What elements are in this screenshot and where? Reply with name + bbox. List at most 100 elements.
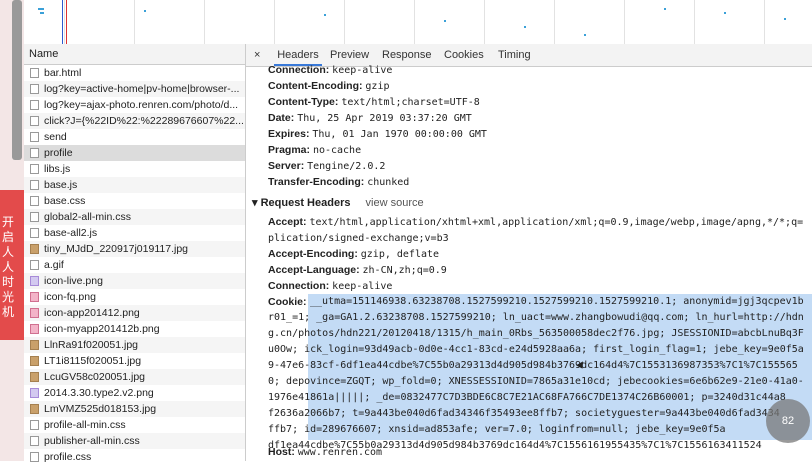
cookie-line: ffb7; id=289676607; xnsid=ad853afe; ver=… — [268, 424, 726, 435]
request-name: LlnRa91f020051.jpg — [44, 339, 138, 351]
response-header-row: Transfer-Encoding: chunked — [268, 174, 409, 191]
scrollbar[interactable] — [12, 0, 22, 160]
header-value: plication/signed-exchange;v=b3 — [268, 233, 449, 244]
request-row[interactable]: icon-app201412.png — [24, 305, 245, 321]
request-row[interactable]: libs.js — [24, 161, 245, 177]
request-row[interactable]: profile.css — [24, 449, 245, 465]
tab-timing[interactable]: Timing — [498, 44, 531, 66]
request-name: base-all2.js — [44, 227, 98, 239]
image-icon — [30, 292, 39, 302]
request-name: log?key=ajax-photo.renren.com/photo/d... — [44, 99, 239, 111]
document-icon — [30, 84, 39, 94]
request-row[interactable]: 2014.3.30.type2.v2.png — [24, 385, 245, 401]
header-value: text/html;charset=UTF-8 — [341, 97, 480, 108]
request-name: LcuGV58c020051.jpg — [44, 371, 145, 383]
header-key: Date: — [268, 112, 295, 124]
request-row[interactable]: profile — [24, 145, 245, 161]
request-name: profile — [44, 147, 73, 159]
request-name: 2014.3.30.type2.v2.png — [44, 387, 154, 399]
request-name: LmVMZ525d018153.jpg — [44, 403, 157, 415]
request-row[interactable]: profile-all-min.css — [24, 417, 245, 433]
header-value: no-cache — [312, 145, 362, 156]
request-name: profile.css — [44, 451, 92, 463]
cookie-line: 0; depovince=ZGQT; wp_fold=0; XNESSESSIO… — [268, 376, 804, 387]
document-icon — [30, 180, 39, 190]
cookie-line: f2636a2066b7; t=9a443be040d6fad34346f354… — [268, 408, 780, 419]
video-badge[interactable]: 82 — [766, 399, 810, 443]
header-key: Transfer-Encoding: — [268, 176, 365, 188]
cookie-line: __utma=151146938.63238708.1527599210.152… — [310, 296, 804, 307]
request-name: base.js — [44, 179, 78, 191]
name-column-header[interactable]: Name — [24, 44, 245, 65]
image-icon — [30, 244, 39, 254]
image-icon — [30, 324, 39, 334]
request-name: icon-live.png — [44, 275, 103, 287]
request-row[interactable]: tiny_MJdD_220917j019117.jpg — [24, 241, 245, 257]
request-row[interactable]: a.gif — [24, 257, 245, 273]
document-icon — [30, 164, 39, 174]
request-row[interactable]: LmVMZ525d018153.jpg — [24, 401, 245, 417]
request-list: Name bar.html log?key=active-home|pv-home… — [24, 44, 246, 463]
domcontentloaded-marker — [62, 0, 63, 44]
header-key: Server: — [268, 160, 305, 172]
image-icon — [30, 308, 39, 318]
request-row[interactable]: log?key=active-home|pv-home|browser-... — [24, 81, 245, 97]
image-icon — [30, 276, 39, 286]
request-name: base.css — [44, 195, 86, 207]
request-row[interactable]: icon-fq.png — [24, 289, 245, 305]
close-icon[interactable]: × — [254, 44, 260, 66]
header-row-cookie: Cookie: — [268, 294, 307, 310]
response-header-row: Connection: keep-alive — [268, 62, 392, 79]
request-name: tiny_MJdD_220917j019117.jpg — [44, 243, 188, 255]
request-row[interactable]: publisher-all-min.css — [24, 433, 245, 449]
request-row[interactable]: icon-live.png — [24, 273, 245, 289]
response-header-row: Pragma: no-cache — [268, 142, 361, 159]
request-row[interactable]: LT1i8115f020051.jpg — [24, 353, 245, 369]
request-name: publisher-all-min.css — [44, 435, 140, 447]
header-key: Cookie: — [268, 296, 307, 308]
request-row[interactable]: base.js — [24, 177, 245, 193]
request-row[interactable]: click?J={%22ID%22:%22289676607%22... — [24, 113, 245, 129]
header-value: text/html,application/xhtml+xml,applicat… — [309, 217, 804, 228]
document-icon — [30, 228, 39, 238]
request-row[interactable]: base.css — [24, 193, 245, 209]
header-key: Connection: — [268, 280, 330, 292]
request-row[interactable]: LcuGV58c020051.jpg — [24, 369, 245, 385]
document-icon — [30, 148, 39, 158]
request-row[interactable]: base-all2.js — [24, 225, 245, 241]
request-headers-section[interactable]: ▾ Request Headers view source — [252, 196, 424, 209]
request-name: LT1i8115f020051.jpg — [44, 355, 142, 367]
document-icon — [30, 68, 39, 78]
load-marker — [66, 0, 67, 44]
header-value: gzip, deflate — [360, 249, 440, 260]
header-value: zh-CN,zh;q=0.9 — [362, 265, 447, 276]
header-key: Content-Encoding: — [268, 80, 363, 92]
request-row[interactable]: bar.html — [24, 65, 245, 81]
tab-cookies[interactable]: Cookies — [444, 44, 484, 66]
request-row[interactable]: icon-myapp201412b.png — [24, 321, 245, 337]
document-icon — [30, 212, 39, 222]
request-row[interactable]: send — [24, 129, 245, 145]
request-name: icon-fq.png — [44, 291, 96, 303]
header-value: chunked — [367, 177, 410, 188]
document-icon — [30, 420, 39, 430]
request-name: a.gif — [44, 259, 64, 271]
header-key: Accept-Language: — [268, 264, 360, 276]
file-list: bar.html log?key=active-home|pv-home|brow… — [24, 65, 245, 465]
view-source-link[interactable]: view source — [366, 197, 424, 209]
document-icon — [30, 196, 39, 206]
document-icon — [30, 100, 39, 110]
request-row[interactable]: global2-all-min.css — [24, 209, 245, 225]
image-icon — [30, 404, 39, 414]
request-row[interactable]: LlnRa91f020051.jpg — [24, 337, 245, 353]
cookie-line: 9-47e6-83cf-6df1ea44cdbe%7C55b0a29313d4d… — [268, 360, 798, 371]
header-row-accept: Accept: text/html,application/xhtml+xml,… — [268, 214, 803, 231]
request-headers-title: Request Headers — [260, 197, 351, 209]
request-row[interactable]: log?key=ajax-photo.renren.com/photo/d... — [24, 97, 245, 113]
header-value: keep-alive — [332, 281, 393, 292]
response-header-row: Date: Thu, 25 Apr 2019 03:37:20 GMT — [268, 110, 472, 127]
network-timeline-overview[interactable] — [24, 0, 812, 45]
cookie-line: g.cn/photos/hdn221/20120418/1315/h_main_… — [268, 328, 804, 339]
request-header-row: Accept-Encoding: gzip, deflate — [268, 246, 439, 263]
response-header-row: Content-Encoding: gzip — [268, 78, 390, 95]
